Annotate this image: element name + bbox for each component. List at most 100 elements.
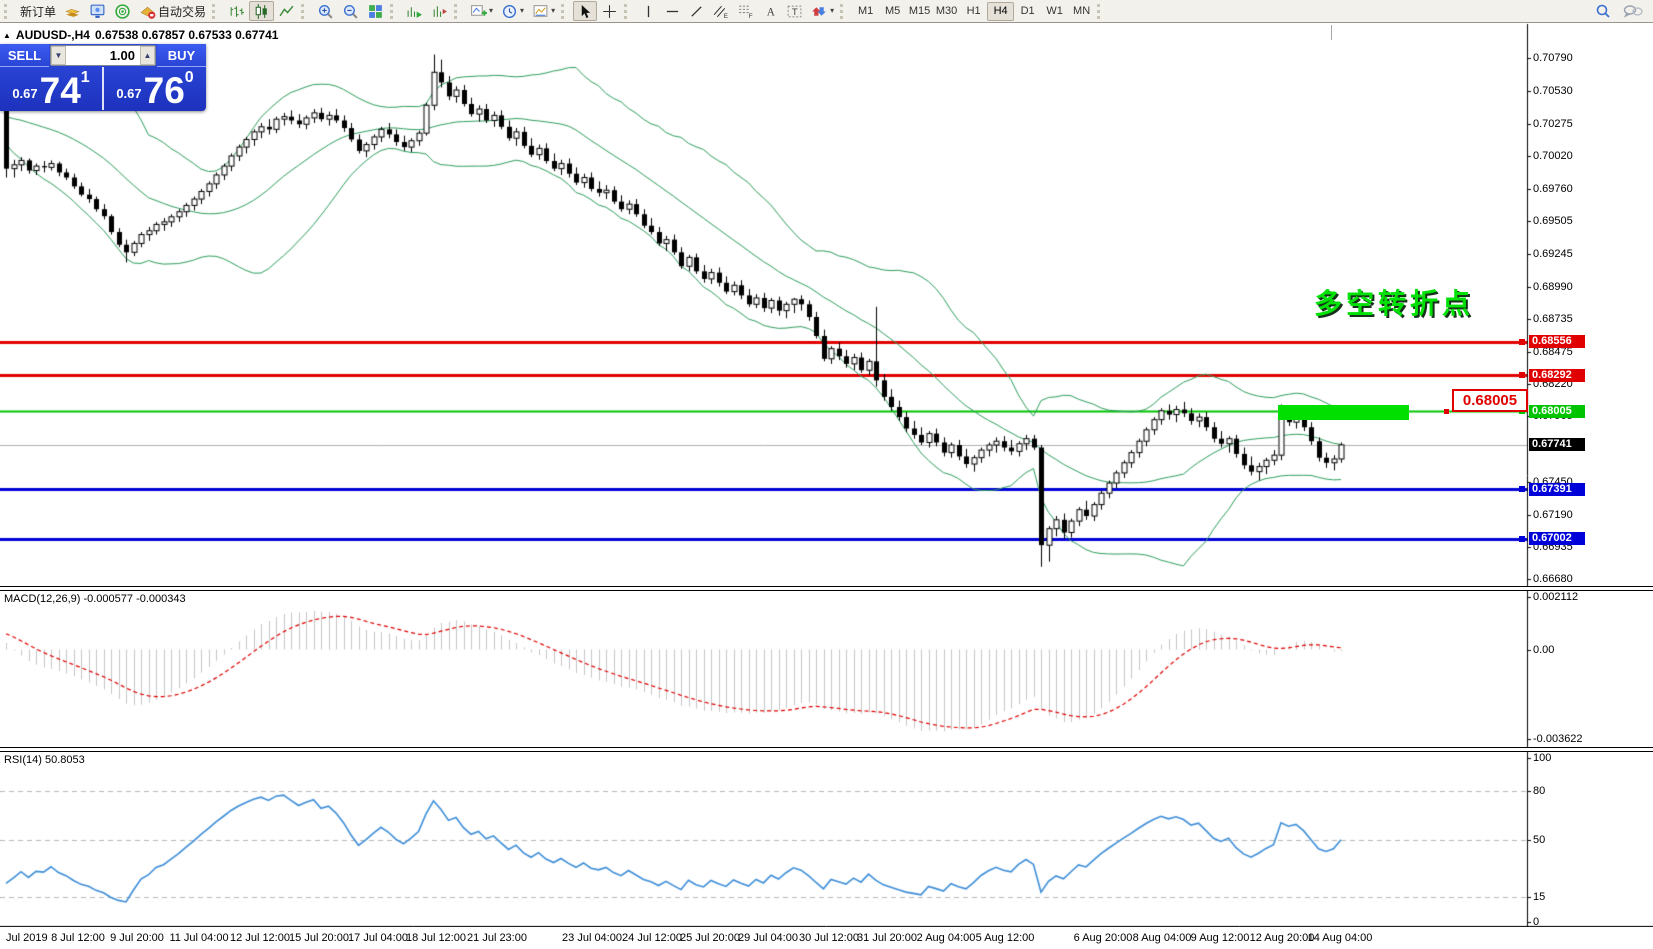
macd-axis-label: 0.00 [1533, 644, 1554, 656]
one-click-trading-panel: SELL ▼ ▲ BUY 0.67 74 1 0.67 76 0 [0, 44, 206, 111]
tile-windows-button[interactable] [363, 1, 388, 21]
candlestick-chart-type-button[interactable] [249, 1, 274, 21]
rsi-axis-label: 0 [1533, 916, 1539, 928]
toolbar-drag-handle[interactable] [454, 4, 462, 19]
autotrading-button[interactable]: 自动交易 [135, 1, 210, 21]
panel-separator[interactable] [0, 747, 1653, 752]
zoom-out-button[interactable] [338, 1, 363, 21]
toolbar-drag-handle[interactable] [840, 4, 848, 19]
auto-scroll-button[interactable] [402, 1, 427, 21]
periods-button[interactable]: ▾ [497, 1, 528, 21]
text-tool-button[interactable]: A [758, 1, 782, 21]
svg-text:F: F [749, 12, 753, 19]
rsi-axis-label: 80 [1533, 785, 1545, 797]
channel-icon: E [712, 3, 729, 20]
vertical-line-icon [641, 4, 656, 19]
svg-text:E: E [724, 12, 728, 19]
sell-button[interactable]: SELL [0, 44, 49, 67]
crosshair-button[interactable] [597, 1, 622, 21]
indicators-button[interactable]: ▾ [466, 1, 497, 21]
price-axis-label: 0.66680 [1533, 573, 1573, 585]
arrows-tool-button[interactable]: ▾ [807, 1, 838, 21]
chart-annotation-text[interactable]: 多空转折点 [1314, 282, 1474, 322]
rsi-axis-label: 50 [1533, 834, 1545, 846]
chart-shift-button[interactable] [427, 1, 452, 21]
price-badge: 0.67002 [1529, 532, 1585, 545]
svg-text:A: A [766, 6, 775, 18]
timeframe-h4-button[interactable]: H4 [987, 2, 1014, 21]
line-chart-type-button[interactable] [274, 1, 299, 21]
time-axis-label: 15 Jul 20:00 [289, 932, 349, 944]
fibonacci-icon: F [737, 3, 754, 20]
time-axis-label: 31 Jul 20:00 [857, 932, 917, 944]
market-watch-icon[interactable] [85, 1, 110, 21]
time-axis-label: 18 Jul 12:00 [406, 932, 466, 944]
toolbar-drag-handle[interactable] [561, 4, 569, 19]
chat-icon[interactable] [1623, 3, 1643, 19]
zoom-in-button[interactable] [313, 1, 338, 21]
toolbar-right-group [1595, 3, 1651, 19]
toolbar-drag-handle[interactable] [1097, 4, 1105, 19]
toolbar-drag-handle[interactable] [4, 4, 12, 19]
price-level-label[interactable]: 0.68005 [1452, 389, 1528, 412]
buy-price-button[interactable]: 0.67 76 0 [104, 67, 206, 110]
toolbar-drag-handle[interactable] [390, 4, 398, 19]
cursor-icon [578, 4, 593, 19]
charts-profile-icon [64, 3, 81, 20]
trendline-button[interactable] [684, 1, 708, 21]
timeframe-mn-button[interactable]: MN [1068, 2, 1095, 21]
panel-separator[interactable] [0, 586, 1653, 591]
price-axis-label: 0.69505 [1533, 215, 1573, 227]
chevron-down-icon: ▾ [830, 7, 834, 15]
cursor-button[interactable] [573, 1, 597, 21]
data-window-icon[interactable] [110, 1, 135, 21]
collapse-arrow-icon[interactable]: ▲ [3, 31, 11, 40]
buy-price-major: 0.67 [116, 86, 141, 101]
time-axis-label: 11 Jul 04:00 [169, 932, 228, 944]
vertical-line-button[interactable] [636, 1, 660, 21]
timeframe-w1-button[interactable]: W1 [1041, 2, 1068, 21]
bar-chart-type-button[interactable] [224, 1, 249, 21]
time-axis-label: 5 Aug 12:00 [976, 932, 1035, 944]
search-icon[interactable] [1595, 3, 1611, 19]
candlestick-icon [253, 3, 270, 20]
fibonacci-button[interactable]: F [733, 1, 758, 21]
price-axis-label: 0.68990 [1533, 281, 1573, 293]
volume-input[interactable] [66, 47, 140, 64]
timeframe-m15-button[interactable]: M15 [906, 2, 933, 21]
horizontal-line-button[interactable] [660, 1, 684, 21]
time-axis-label: 9 Aug 12:00 [1191, 932, 1250, 944]
mt4-window: 新订单 自动交易 [0, 0, 1653, 949]
highlight-rectangle[interactable] [1278, 405, 1409, 420]
toolbar-drag-handle[interactable] [301, 4, 309, 19]
label-tool-button[interactable]: T [782, 1, 807, 21]
symbol-info-line: ▲ AUDUSD-,H4 0.67538 0.67857 0.67533 0.6… [3, 28, 278, 42]
price-axis-label: 0.70275 [1533, 118, 1573, 130]
auto-scroll-icon [406, 3, 423, 20]
new-order-button[interactable]: 新订单 [16, 1, 60, 21]
timeframe-m1-button[interactable]: M1 [852, 2, 879, 21]
timeframe-h1-button[interactable]: H1 [960, 2, 987, 21]
buy-button[interactable]: BUY [157, 44, 206, 67]
timeframe-m30-button[interactable]: M30 [933, 2, 960, 21]
rsi-axis-label: 100 [1533, 752, 1551, 764]
timeframe-m5-button[interactable]: M5 [879, 2, 906, 21]
data-window-icon [114, 3, 131, 20]
chevron-down-icon: ▾ [551, 7, 555, 15]
sell-price-button[interactable]: 0.67 74 1 [0, 67, 104, 110]
templates-button[interactable]: ▾ [528, 1, 559, 21]
equidistant-channel-button[interactable]: E [708, 1, 733, 21]
main-chart-canvas[interactable] [0, 0, 1653, 949]
price-badge: 0.68556 [1529, 335, 1585, 348]
price-badge: 0.67391 [1529, 483, 1585, 496]
timeframe-d1-button[interactable]: D1 [1014, 2, 1041, 21]
indicators-icon [470, 3, 487, 20]
toolbar-drag-handle[interactable] [624, 4, 632, 19]
volume-increase-button[interactable]: ▲ [140, 46, 155, 65]
tile-windows-icon [367, 3, 384, 20]
chart-shift-marker[interactable] [1331, 25, 1332, 40]
toolbar-drag-handle[interactable] [212, 4, 220, 19]
charts-profile-icon[interactable] [60, 1, 85, 21]
rsi-indicator-label: RSI(14) 50.8053 [4, 754, 85, 766]
volume-decrease-button[interactable]: ▼ [51, 46, 66, 65]
